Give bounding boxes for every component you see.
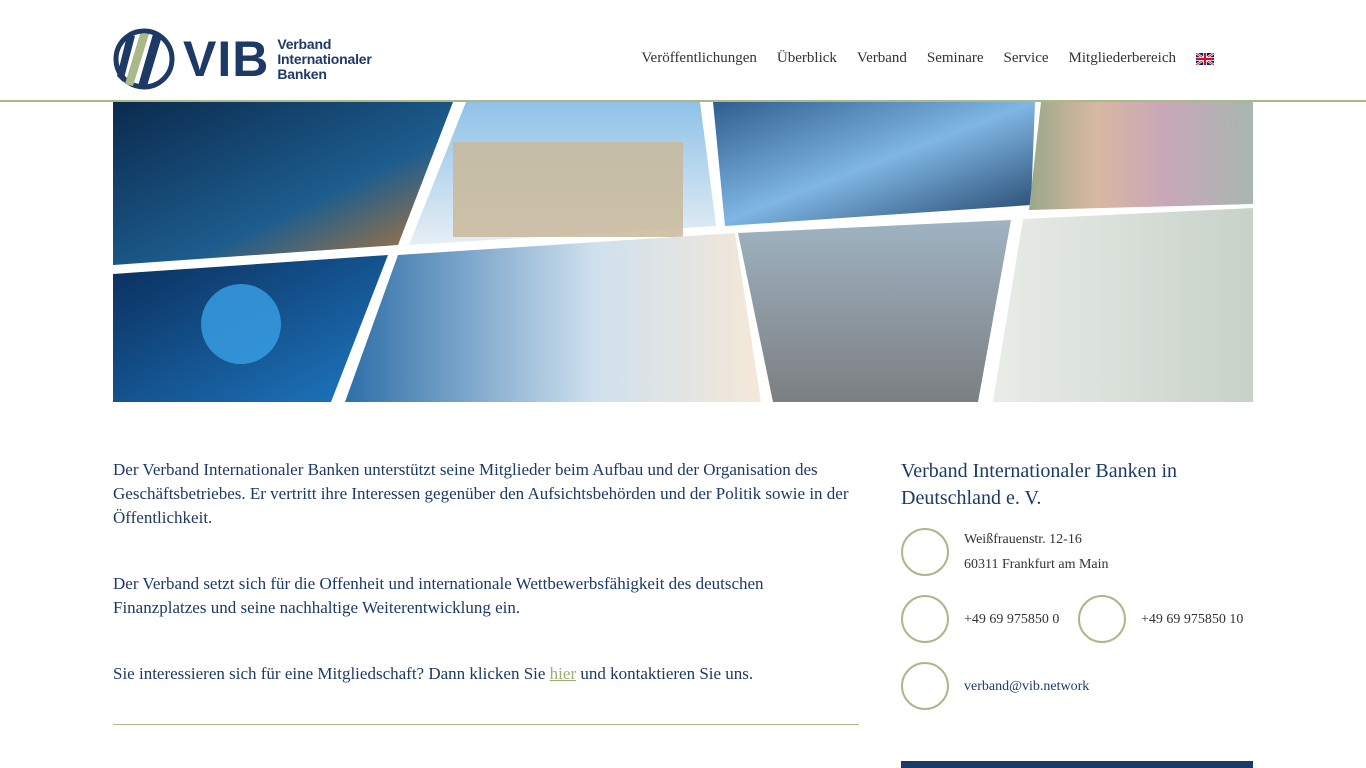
email-text: verband@vib.network bbox=[964, 674, 1089, 699]
contact-address: Weißfrauenstr. 12-16 60311 Frankfurt am … bbox=[901, 527, 1109, 577]
fax-number: +49 69 975850 10 bbox=[1141, 611, 1244, 627]
contact-phone: +49 69 975850 0 bbox=[901, 595, 1059, 643]
logo-abbreviation: VIB bbox=[183, 31, 270, 87]
logo-full-name: Verband Internationaler Banken bbox=[277, 35, 372, 82]
contact-fax: +49 69 975850 10 bbox=[1078, 595, 1243, 643]
contact-email: verband@vib.network bbox=[901, 662, 1089, 710]
membership-contact-link[interactable]: hier bbox=[550, 664, 576, 683]
logo-line-3: Banken bbox=[277, 65, 327, 82]
site-header: VIB Verband Internationaler Banken Veröf… bbox=[0, 0, 1366, 100]
nav-item-verband[interactable]: Verband bbox=[857, 50, 907, 67]
main-navigation: Veröffentlichungen Überblick Verband Sem… bbox=[621, 50, 1214, 67]
uk-flag-icon[interactable] bbox=[1196, 52, 1214, 65]
content-divider bbox=[113, 724, 859, 725]
mission-paragraph: Der Verband setzt sich für die Offenheit… bbox=[113, 574, 764, 617]
nav-item-ueberblick[interactable]: Überblick bbox=[777, 50, 837, 67]
phone-icon bbox=[901, 595, 949, 643]
logo-line-2: Internationaler bbox=[277, 50, 372, 67]
nav-item-service[interactable]: Service bbox=[1004, 50, 1049, 67]
email-icon bbox=[901, 662, 949, 710]
contact-sidebar: Verband Internationaler Banken in Deutsc… bbox=[901, 458, 1253, 512]
address-text: Weißfrauenstr. 12-16 60311 Frankfurt am … bbox=[964, 527, 1109, 577]
hero-collage-image bbox=[113, 102, 1253, 402]
intro-paragraph: Der Verband Internationaler Banken unter… bbox=[113, 460, 849, 527]
sidebar-footer-bar bbox=[901, 761, 1253, 768]
address-city: 60311 Frankfurt am Main bbox=[964, 557, 1109, 572]
vib-logo-mark-icon bbox=[113, 28, 175, 90]
membership-paragraph: Sie interessieren sich für eine Mitglied… bbox=[113, 662, 859, 686]
membership-text-after: und kontaktieren Sie uns. bbox=[576, 664, 754, 683]
location-icon bbox=[901, 528, 949, 576]
nav-item-veroeffentlichungen[interactable]: Veröffentlichungen bbox=[641, 50, 757, 67]
sidebar-title: Verband Internationaler Banken in Deutsc… bbox=[901, 460, 1178, 509]
nav-item-seminare[interactable]: Seminare bbox=[927, 50, 984, 67]
vib-logo[interactable]: VIB Verband Internationaler Banken bbox=[113, 28, 372, 90]
main-content: Der Verband Internationaler Banken unter… bbox=[113, 458, 859, 686]
fax-icon bbox=[1078, 595, 1126, 643]
phone-number[interactable]: +49 69 975850 0 bbox=[964, 607, 1059, 632]
email-link[interactable]: verband@vib.network bbox=[964, 679, 1089, 694]
address-street: Weißfrauenstr. 12-16 bbox=[964, 532, 1082, 547]
membership-text-before: Sie interessieren sich für eine Mitglied… bbox=[113, 664, 550, 683]
nav-item-mitgliederbereich[interactable]: Mitgliederbereich bbox=[1069, 50, 1176, 67]
hero-collage bbox=[113, 102, 1253, 402]
logo-line-1: Verband bbox=[277, 35, 332, 52]
